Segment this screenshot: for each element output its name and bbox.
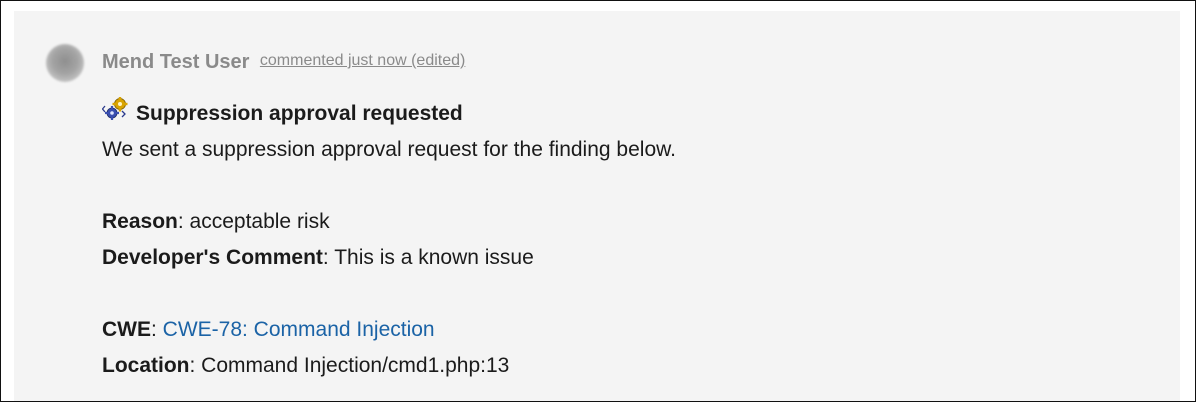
gears-icon — [102, 97, 128, 120]
comment-timestamp-link[interactable]: commented just now (edited) — [260, 52, 465, 69]
comment-card: Mend Test User commented just now (edite… — [14, 11, 1180, 401]
cwe-label: CWE — [102, 318, 151, 341]
intro-text: We sent a suppression approval request f… — [102, 138, 676, 161]
avatar[interactable] — [46, 44, 84, 82]
location-label: Location — [102, 354, 190, 377]
developer-comment-label: Developer's Comment — [102, 246, 323, 269]
reason-label: Reason — [102, 210, 178, 233]
separator: : — [151, 318, 163, 341]
developer-comment-row: Developer's Comment: This is a known iss… — [102, 240, 676, 276]
reason-value: acceptable risk — [189, 210, 330, 233]
comment-body: Suppression approval requested We sent a… — [102, 96, 676, 384]
comment-title: Suppression approval requested — [136, 102, 463, 125]
screenshot-frame: Mend Test User commented just now (edite… — [0, 0, 1196, 402]
reason-row: Reason: acceptable risk — [102, 204, 676, 240]
comment-header: Mend Test User commented just now (edite… — [102, 51, 465, 74]
title-row: Suppression approval requested — [102, 96, 676, 132]
separator: : — [322, 246, 335, 269]
cwe-row: CWE: CWE-78: Command Injection — [102, 312, 676, 348]
separator: : — [189, 354, 202, 377]
cwe-link[interactable]: CWE-78: Command Injection — [163, 318, 435, 341]
location-row: Location: Command Injection/cmd1.php:13 — [102, 348, 676, 384]
developer-comment-value: This is a known issue — [334, 246, 534, 269]
separator: : — [177, 210, 190, 233]
location-value: Command Injection/cmd1.php:13 — [201, 354, 510, 377]
author-name[interactable]: Mend Test User — [102, 51, 249, 73]
